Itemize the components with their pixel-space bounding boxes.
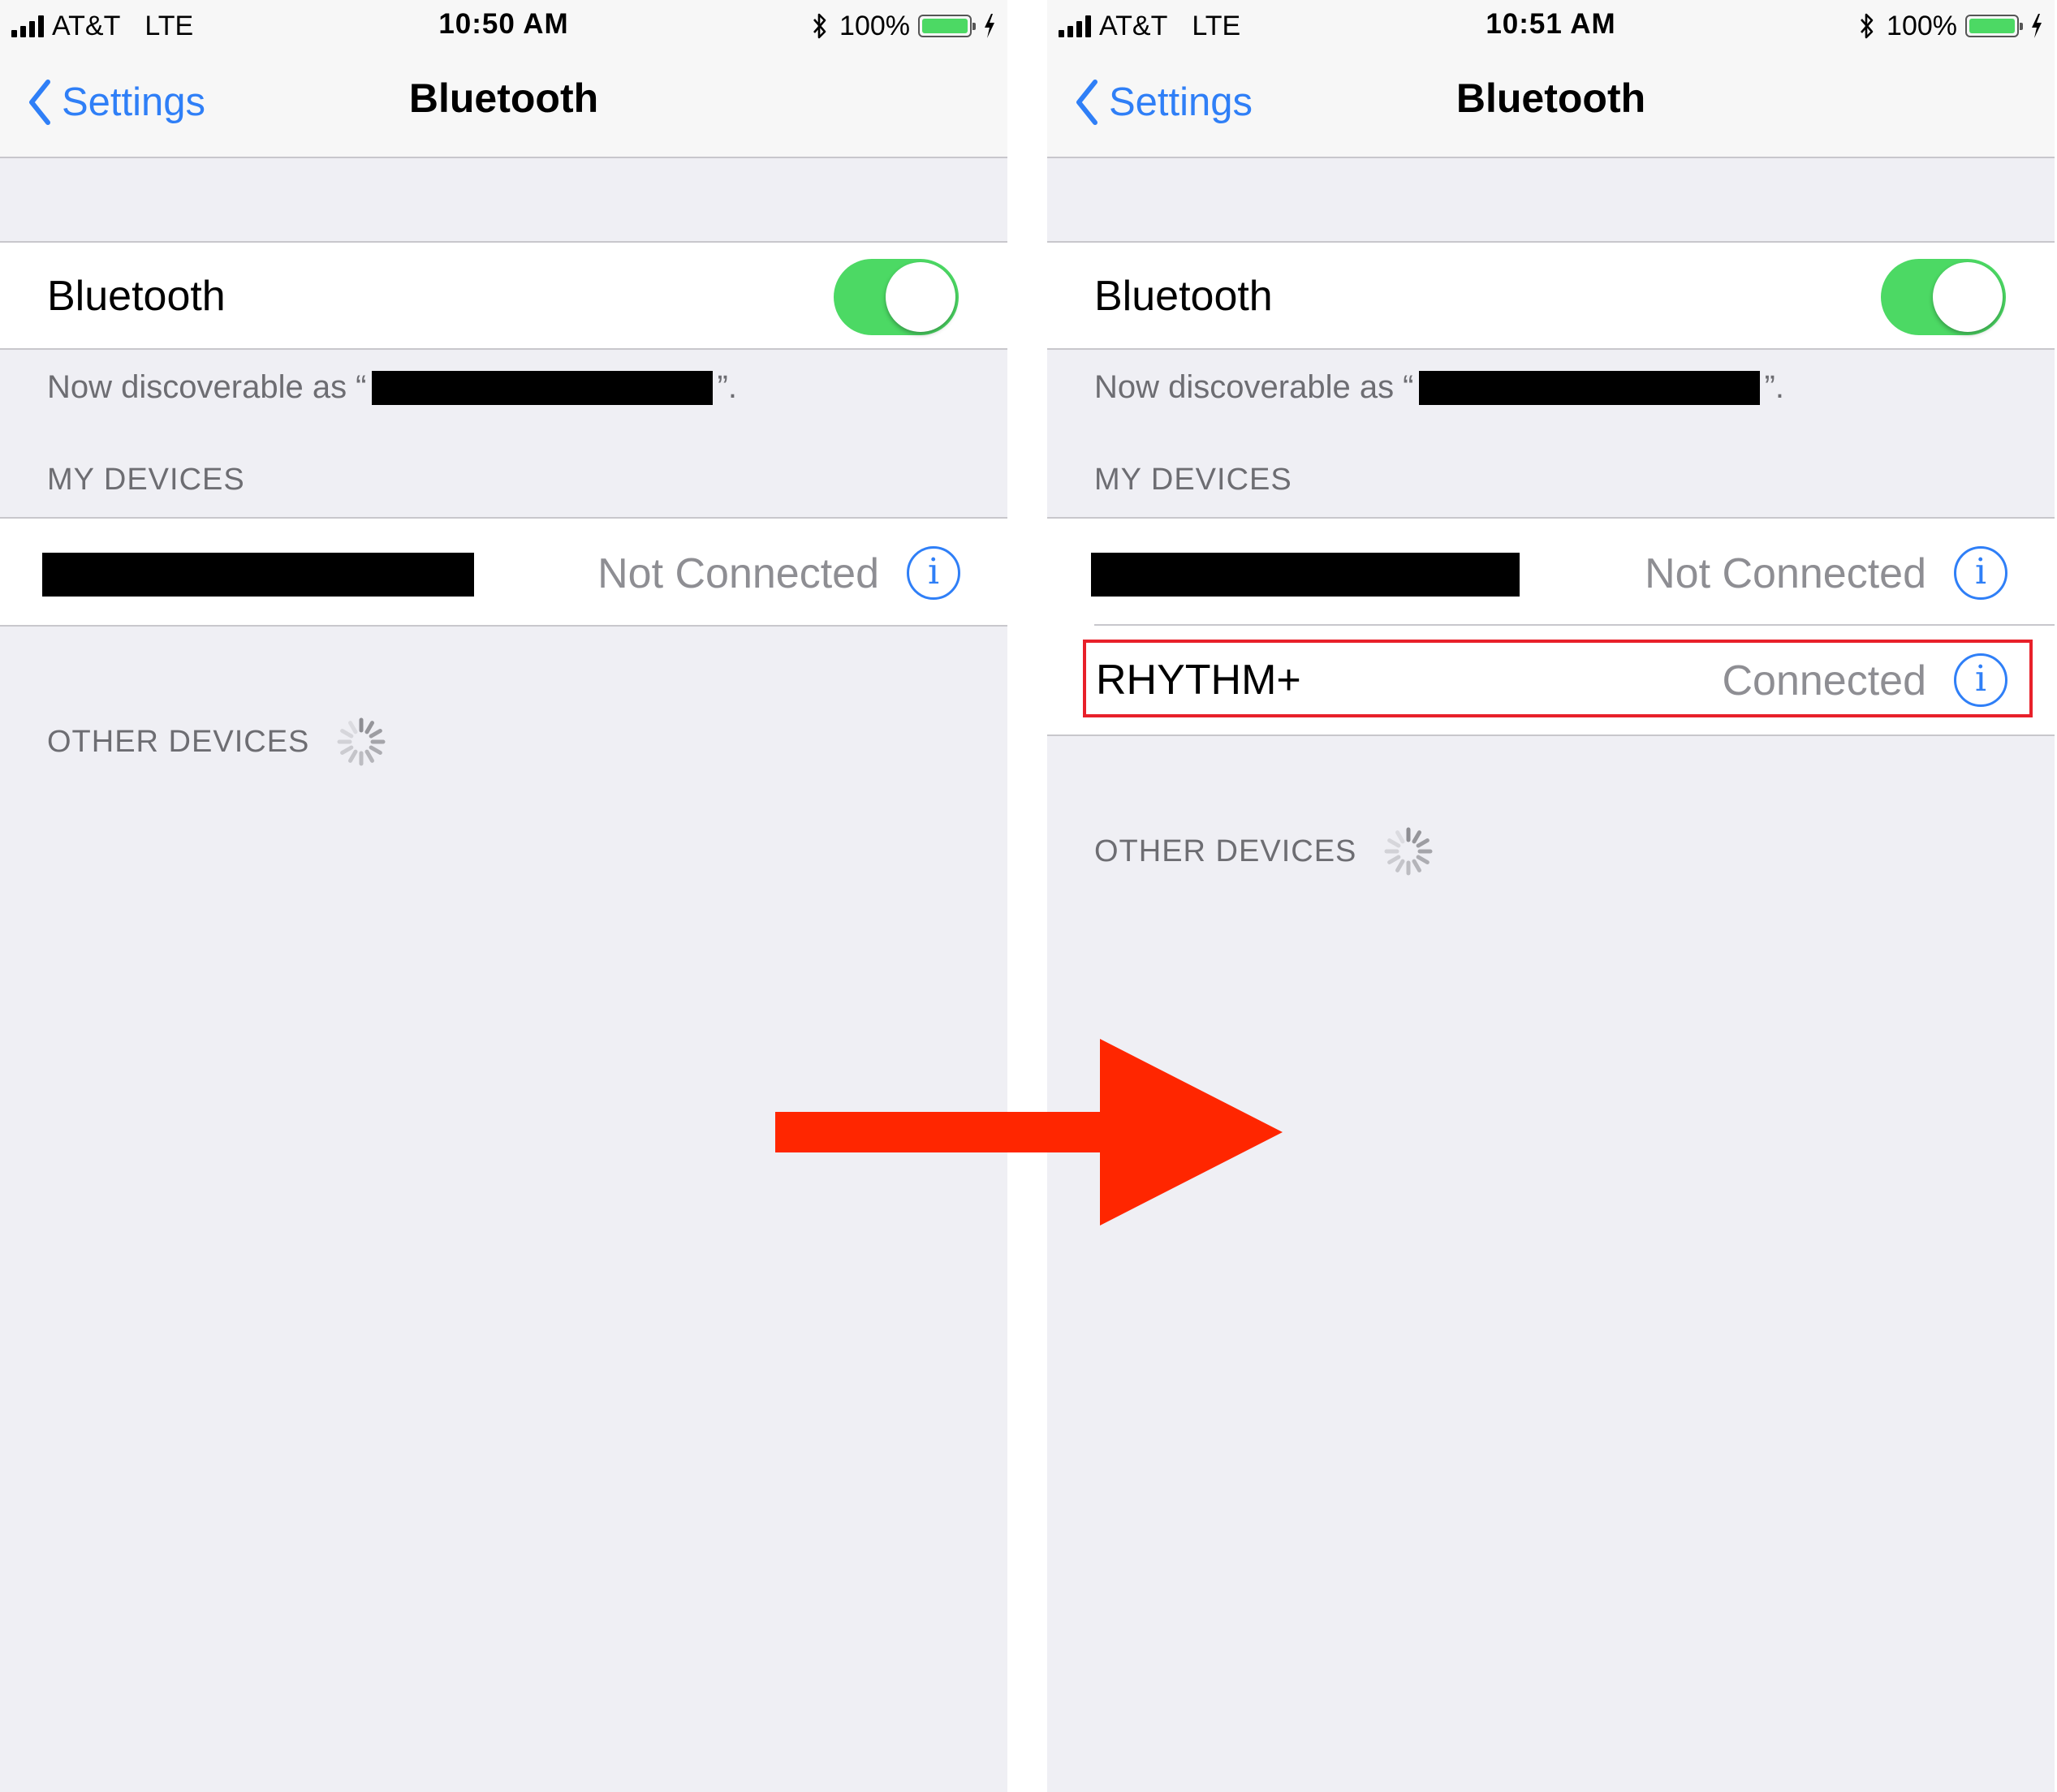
bluetooth-toggle-row: Bluetooth	[0, 241, 1007, 350]
loading-spinner-icon	[337, 717, 386, 766]
other-devices-header: OTHER DEVICES	[47, 716, 387, 768]
screen-after: AT&T LTE 10:51 AM 100% Settings Bluetoot…	[1047, 0, 2055, 1792]
redacted-device-name	[371, 370, 713, 405]
discoverable-note: Now discoverable as “ ”.	[1094, 369, 1784, 406]
back-button[interactable]: Settings	[1075, 73, 1253, 131]
back-button-label: Settings	[62, 80, 206, 124]
status-bar-right: 100%	[812, 8, 996, 44]
bluetooth-status-icon	[813, 13, 826, 39]
battery-icon	[1965, 15, 2023, 37]
battery-percentage: 100%	[839, 10, 910, 41]
screen-before: AT&T LTE 10:50 AM 100% Settings Bluetoot…	[0, 0, 1007, 1792]
redacted-device-name	[1091, 553, 1520, 597]
info-icon[interactable]: i	[1954, 546, 2007, 600]
loading-spinner-icon	[1384, 827, 1433, 876]
my-devices-header: MY DEVICES	[1094, 463, 1292, 497]
battery-icon	[918, 15, 976, 37]
table-divider	[1047, 734, 2055, 736]
chevron-left-icon	[1076, 80, 1097, 125]
bluetooth-toggle-switch[interactable]	[1881, 259, 2006, 335]
status-bar-right: 100%	[1859, 8, 2043, 44]
battery-percentage: 100%	[1887, 10, 1957, 41]
device-row[interactable]: Not Connected i	[0, 517, 1007, 626]
transition-arrow	[775, 1039, 1283, 1226]
other-devices-label: OTHER DEVICES	[1094, 834, 1357, 868]
charging-bolt-icon	[2032, 14, 2042, 38]
device-status: Connected	[1722, 657, 1926, 704]
bluetooth-toggle-label: Bluetooth	[47, 273, 226, 320]
device-row[interactable]: Not Connected i	[1047, 517, 2055, 626]
discoverable-prefix: Now discoverable as “	[47, 369, 367, 405]
info-icon[interactable]: i	[1954, 653, 2007, 707]
bluetooth-toggle-row: Bluetooth	[1047, 241, 2055, 350]
redacted-device-name	[1418, 370, 1760, 405]
bluetooth-toggle-label: Bluetooth	[1094, 273, 1273, 320]
charging-bolt-icon	[985, 14, 994, 38]
table-divider	[0, 625, 1007, 627]
device-status: Not Connected	[597, 550, 879, 597]
discoverable-note: Now discoverable as “ ”.	[47, 369, 737, 406]
chevron-left-icon	[29, 80, 50, 125]
bluetooth-toggle-switch[interactable]	[834, 259, 959, 335]
info-icon[interactable]: i	[907, 546, 960, 600]
device-status: Not Connected	[1645, 550, 1926, 597]
back-button-label: Settings	[1109, 80, 1253, 124]
discoverable-prefix: Now discoverable as “	[1094, 369, 1414, 405]
other-devices-label: OTHER DEVICES	[47, 724, 310, 759]
my-devices-header: MY DEVICES	[47, 463, 245, 497]
discoverable-suffix: ”.	[1764, 369, 1784, 405]
device-name: RHYTHM+	[1096, 657, 1301, 704]
navigation-bar: AT&T LTE 10:51 AM 100% Settings Bluetoot…	[1047, 0, 2055, 158]
back-button[interactable]: Settings	[28, 73, 205, 131]
navigation-bar: AT&T LTE 10:50 AM 100% Settings Bluetoot…	[0, 0, 1007, 158]
bluetooth-status-icon	[1861, 13, 1874, 39]
other-devices-header: OTHER DEVICES	[1094, 825, 1434, 877]
device-row-rhythm[interactable]: RHYTHM+ Connected i	[1047, 626, 2055, 734]
redacted-device-name	[42, 553, 474, 597]
discoverable-suffix: ”.	[717, 369, 737, 405]
